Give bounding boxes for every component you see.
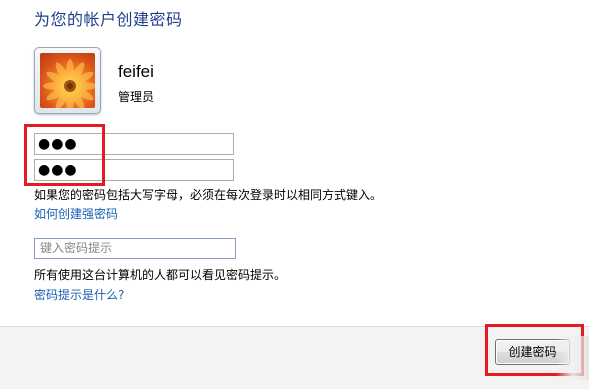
watermark-overlay bbox=[556, 336, 589, 380]
what-is-hint-link[interactable]: 密码提示是什么? bbox=[34, 286, 124, 303]
case-warning-text: 如果您的密码包括大写字母，必须在每次登录时以相同方式键入。 bbox=[34, 188, 383, 202]
strong-password-link[interactable]: 如何创建强密码 bbox=[34, 205, 118, 222]
avatar bbox=[34, 47, 101, 114]
password-hint-input[interactable]: 键入密码提示 bbox=[34, 238, 236, 259]
dialog-heading: 为您的帐户创建密码 bbox=[34, 10, 183, 29]
account-role: 管理员 bbox=[118, 90, 155, 104]
password-fields-highlight bbox=[24, 124, 105, 186]
hint-visibility-text: 所有使用这台计算机的人都可以看见密码提示。 bbox=[34, 268, 287, 282]
flower-picture-icon bbox=[40, 53, 95, 108]
account-username: feifei bbox=[118, 62, 154, 81]
